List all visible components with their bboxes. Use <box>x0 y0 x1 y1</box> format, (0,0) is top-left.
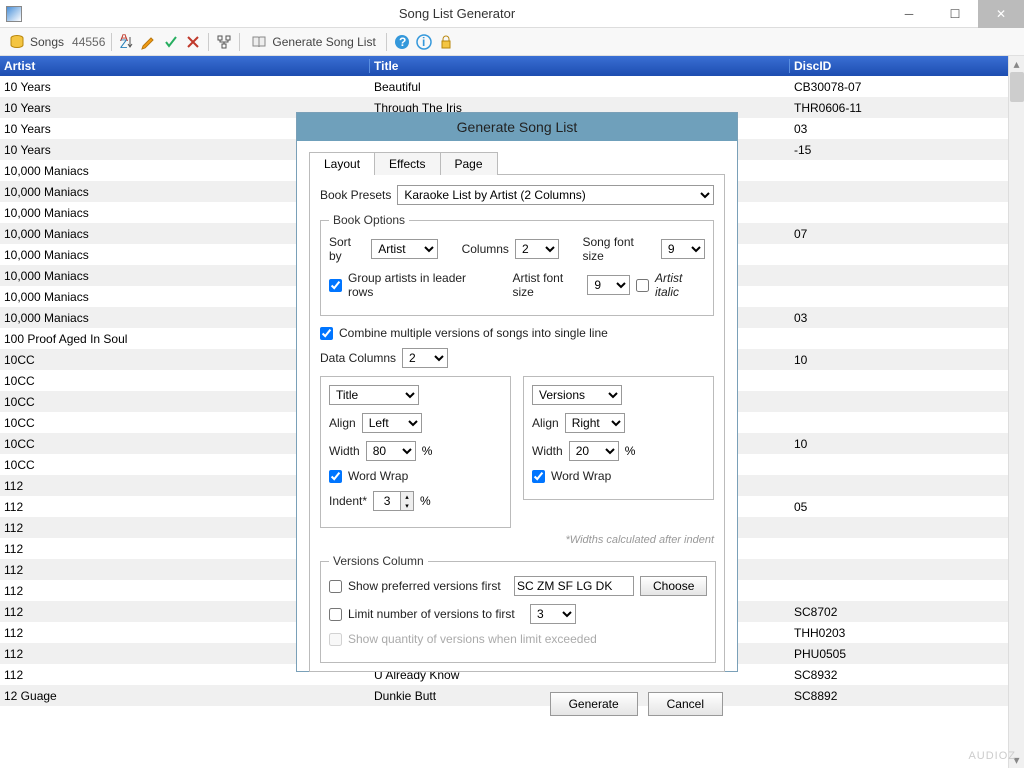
group-artists-checkbox[interactable] <box>329 279 342 292</box>
tab-page[interactable]: Page <box>440 152 498 175</box>
show-preferred-label: Show preferred versions first <box>348 579 508 593</box>
generate-button[interactable]: Generate <box>550 692 638 716</box>
group-artists-label: Group artists in leader rows <box>348 271 482 299</box>
songs-label: Songs <box>30 35 64 49</box>
columns-label: Columns <box>462 242 509 256</box>
book-options-fieldset: Book Options Sort by Artist Columns 2 So… <box>320 213 714 316</box>
edit-icon[interactable] <box>140 33 158 51</box>
tab-content-layout: Book Presets Karaoke List by Artist (2 C… <box>309 175 725 672</box>
header-artist[interactable]: Artist <box>0 59 370 73</box>
data-columns-select[interactable]: 2 <box>402 348 448 368</box>
sort-by-label: Sort by <box>329 235 365 263</box>
col1-indent-label: Indent* <box>329 494 367 508</box>
watermark: AUDIOZ <box>968 750 1016 762</box>
tab-layout[interactable]: Layout <box>309 152 375 175</box>
header-title[interactable]: Title <box>370 59 790 73</box>
col2-wrap-checkbox[interactable] <box>532 470 545 483</box>
svg-text:?: ? <box>399 35 406 49</box>
generate-label: Generate Song List <box>272 35 375 49</box>
col1-wrap-label: Word Wrap <box>348 469 408 483</box>
svg-text:Z: Z <box>120 37 127 50</box>
col1-width-select[interactable]: 80 <box>366 441 416 461</box>
show-qty-label: Show quantity of versions when limit exc… <box>348 632 597 646</box>
window-buttons: ─ ☐ ✕ <box>886 0 1024 28</box>
data-columns-label: Data Columns <box>320 351 396 365</box>
data-column-1: Title AlignLeft Width80% Word Wrap Inden… <box>320 376 511 528</box>
sort-az-icon[interactable]: AZ <box>118 33 136 51</box>
col2-align-label: Align <box>532 416 559 430</box>
cancel-button[interactable]: Cancel <box>648 692 723 716</box>
artist-font-select[interactable]: 9 <box>587 275 630 295</box>
help-icon[interactable]: ? <box>393 33 411 51</box>
songs-button[interactable]: Songs <box>4 31 68 53</box>
tree-icon[interactable] <box>215 33 233 51</box>
check-icon[interactable] <box>162 33 180 51</box>
database-icon <box>8 33 26 51</box>
songs-count: 44556 <box>72 35 105 49</box>
dialog-title: Generate Song List <box>297 113 737 141</box>
versions-column-fieldset: Versions Column Show preferred versions … <box>320 554 716 663</box>
book-presets-select[interactable]: Karaoke List by Artist (2 Columns) <box>397 185 714 205</box>
titlebar: Song List Generator ─ ☐ ✕ <box>0 0 1024 28</box>
artist-italic-checkbox[interactable] <box>636 279 649 292</box>
col1-align-label: Align <box>329 416 356 430</box>
show-qty-checkbox <box>329 633 342 646</box>
maximize-button[interactable]: ☐ <box>932 0 978 28</box>
book-icon <box>250 33 268 51</box>
book-options-legend: Book Options <box>329 213 409 227</box>
col2-width-select[interactable]: 20 <box>569 441 619 461</box>
dialog-tabs: Layout Effects Page <box>309 151 725 175</box>
toolbar: Songs 44556 AZ Generate Song List ? i <box>0 28 1024 56</box>
col1-field-select[interactable]: Title <box>329 385 419 405</box>
song-font-label: Song font size <box>582 235 654 263</box>
generate-songlist-button[interactable]: Generate Song List <box>246 31 379 53</box>
col2-field-select[interactable]: Versions <box>532 385 622 405</box>
scroll-up-icon[interactable]: ▴ <box>1009 56 1024 72</box>
show-preferred-checkbox[interactable] <box>329 580 342 593</box>
window-title: Song List Generator <box>28 6 886 21</box>
separator <box>111 33 112 51</box>
tab-effects[interactable]: Effects <box>374 152 440 175</box>
col1-width-label: Width <box>329 444 360 458</box>
limit-versions-label: Limit number of versions to first <box>348 607 524 621</box>
data-column-2: Versions AlignRight Width20% Word Wrap <box>523 376 714 500</box>
vertical-scrollbar[interactable]: ▴ ▾ <box>1008 56 1024 768</box>
artist-font-label: Artist font size <box>512 271 581 299</box>
info-icon[interactable]: i <box>415 33 433 51</box>
app-icon <box>6 6 22 22</box>
indent-hint: *Widths calculated after indent <box>320 534 714 546</box>
columns-select[interactable]: 2 <box>515 239 559 259</box>
col1-indent-spinner[interactable]: ▴▾ <box>373 491 414 511</box>
lock-icon[interactable] <box>437 33 455 51</box>
choose-button[interactable]: Choose <box>640 576 707 596</box>
close-button[interactable]: ✕ <box>978 0 1024 28</box>
separator <box>386 33 387 51</box>
book-presets-label: Book Presets <box>320 188 391 202</box>
combine-versions-label: Combine multiple versions of songs into … <box>339 326 608 340</box>
col2-wrap-label: Word Wrap <box>551 469 611 483</box>
dialog-buttons: Generate Cancel <box>297 682 737 726</box>
limit-versions-select[interactable]: 3 <box>530 604 576 624</box>
sort-by-select[interactable]: Artist <box>371 239 438 259</box>
delete-icon[interactable] <box>184 33 202 51</box>
minimize-button[interactable]: ─ <box>886 0 932 28</box>
separator <box>208 33 209 51</box>
separator <box>239 33 240 51</box>
col2-align-select[interactable]: Right <box>565 413 625 433</box>
svg-text:i: i <box>422 35 425 49</box>
versions-legend: Versions Column <box>329 554 428 568</box>
scroll-thumb[interactable] <box>1010 72 1024 102</box>
preferred-versions-input[interactable] <box>514 576 634 596</box>
limit-versions-checkbox[interactable] <box>329 608 342 621</box>
col1-wrap-checkbox[interactable] <box>329 470 342 483</box>
header-discid[interactable]: DiscID <box>790 59 1024 73</box>
generate-dialog: Generate Song List Layout Effects Page B… <box>296 112 738 672</box>
song-font-select[interactable]: 9 <box>661 239 705 259</box>
artist-italic-label: Artist italic <box>655 271 705 299</box>
col1-align-select[interactable]: Left <box>362 413 422 433</box>
combine-versions-checkbox[interactable] <box>320 327 333 340</box>
table-header: Artist Title DiscID <box>0 56 1024 76</box>
table-row[interactable]: 10 YearsBeautifulCB30078-07 <box>0 76 1024 97</box>
col2-width-label: Width <box>532 444 563 458</box>
